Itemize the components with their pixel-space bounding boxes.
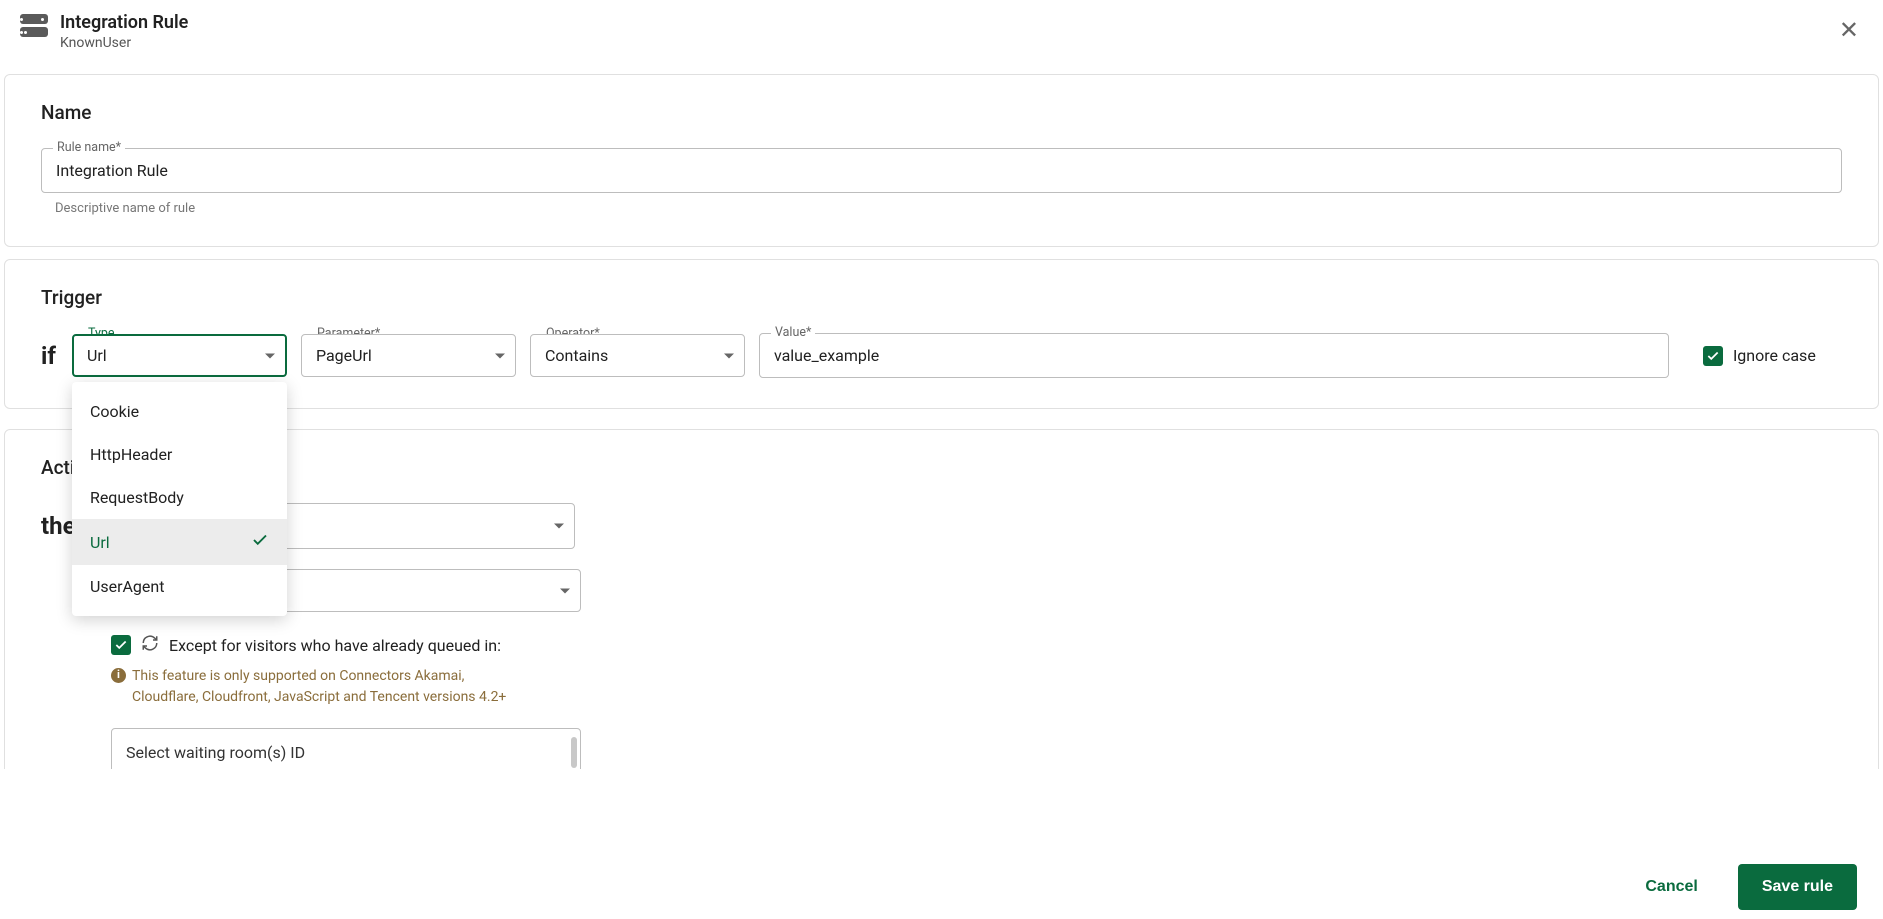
except-label: Except for visitors who have already que… (169, 636, 501, 655)
info-icon: i (111, 668, 126, 683)
parameter-select[interactable]: PageUrl (301, 334, 516, 377)
chevron-down-icon (495, 353, 505, 358)
if-keyword: if (41, 342, 56, 370)
ignore-case-checkbox[interactable] (1703, 346, 1723, 366)
rule-name-input[interactable] (41, 148, 1842, 193)
dialog-title: Integration Rule (60, 12, 188, 33)
type-select[interactable]: Url (72, 334, 287, 377)
operator-select[interactable]: Contains (530, 334, 745, 377)
chevron-down-icon (724, 353, 734, 358)
chevron-down-icon (265, 353, 275, 358)
type-option-useragent[interactable]: UserAgent (72, 565, 287, 608)
section-heading-name: Name (41, 101, 1842, 124)
save-rule-button[interactable]: Save rule (1738, 864, 1857, 910)
parameter-select-value: PageUrl (316, 346, 372, 365)
rule-name-label: Rule name* (53, 140, 125, 155)
close-icon[interactable]: ✕ (1839, 18, 1859, 42)
cancel-button[interactable]: Cancel (1625, 866, 1717, 908)
feature-support-note: i This feature is only supported on Conn… (111, 666, 531, 708)
type-option-requestbody[interactable]: RequestBody (72, 476, 287, 519)
waiting-rooms-placeholder: Select waiting room(s) ID (126, 743, 305, 762)
type-option-cookie[interactable]: Cookie (72, 390, 287, 433)
check-icon (251, 531, 269, 553)
name-section: Name Rule name* Descriptive name of rule (4, 74, 1879, 247)
dialog-subtitle: KnownUser (60, 35, 188, 51)
dialog-footer: Cancel Save rule (0, 855, 1883, 919)
type-option-url[interactable]: Url (72, 519, 287, 565)
chevron-down-icon (554, 524, 564, 529)
operator-select-value: Contains (545, 346, 608, 365)
type-dropdown: Cookie HttpHeader RequestBody Url UserAg… (72, 382, 287, 616)
dialog-header: Integration Rule KnownUser ✕ (0, 0, 1883, 61)
type-select-value: Url (87, 346, 107, 365)
ignore-case-label: Ignore case (1733, 346, 1816, 365)
rule-name-helper: Descriptive name of rule (55, 201, 1842, 216)
except-checkbox[interactable] (111, 635, 131, 655)
value-label: Value* (771, 325, 815, 340)
type-option-httpheader[interactable]: HttpHeader (72, 433, 287, 476)
integration-rule-icon (20, 14, 48, 42)
trigger-section: Trigger if Type Url Cookie HttpHeader Re… (4, 259, 1879, 409)
section-heading-action: Action (41, 456, 1842, 479)
refresh-icon (141, 634, 159, 656)
section-heading-trigger: Trigger (41, 286, 1842, 309)
waiting-rooms-multiselect[interactable]: Select waiting room(s) ID (111, 728, 581, 769)
chevron-down-icon (560, 588, 570, 593)
value-input[interactable] (759, 333, 1669, 378)
